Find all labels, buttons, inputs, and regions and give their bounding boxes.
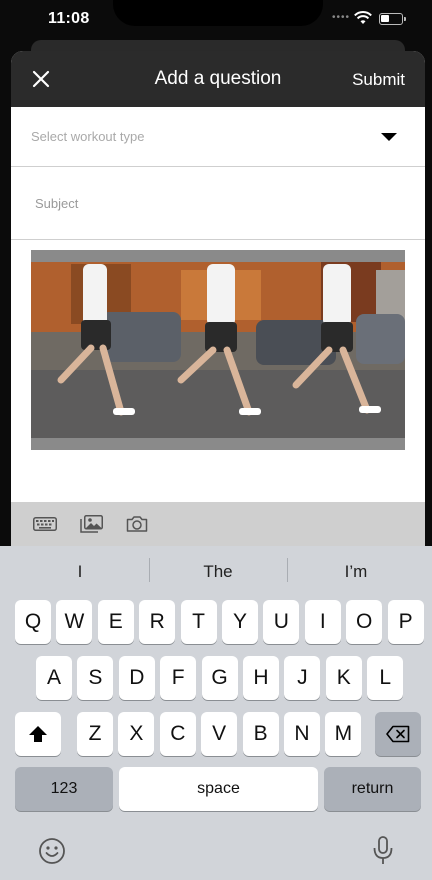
subject-input[interactable]	[35, 192, 395, 214]
key-z[interactable]: Z	[77, 712, 113, 756]
editor-toolbar	[11, 502, 425, 546]
key-k[interactable]: K	[325, 656, 362, 700]
workout-type-placeholder: Select workout type	[31, 129, 145, 144]
submit-button[interactable]: Submit	[352, 70, 405, 90]
key-f[interactable]: F	[160, 656, 197, 700]
notch	[113, 0, 323, 26]
on-screen-keyboard: I The I’m Q W E R T Y U I O P A S D F G H J K L Z X C V B N M 123 s…	[0, 546, 432, 880]
phone-screen: 11:08 •••• Add a question Submit Select …	[0, 0, 432, 880]
suggestion-bar: I The I’m	[11, 546, 425, 592]
battery-icon	[379, 13, 406, 25]
key-e[interactable]: E	[97, 600, 134, 644]
key-j[interactable]: J	[284, 656, 321, 700]
nav-bar: Add a question Submit	[11, 51, 425, 107]
key-o[interactable]: O	[346, 600, 383, 644]
key-x[interactable]: X	[118, 712, 155, 756]
key-p[interactable]: P	[387, 600, 424, 644]
key-d[interactable]: D	[118, 656, 155, 700]
space-key[interactable]: space	[119, 767, 318, 811]
key-q[interactable]: Q	[15, 600, 51, 644]
key-g[interactable]: G	[201, 656, 238, 700]
status-time: 11:08	[48, 10, 90, 27]
wifi-icon	[354, 11, 372, 24]
microphone-icon[interactable]	[372, 836, 394, 866]
return-key[interactable]: return	[324, 767, 421, 811]
key-c[interactable]: C	[159, 712, 196, 756]
key-v[interactable]: V	[201, 712, 238, 756]
key-b[interactable]: B	[242, 712, 279, 756]
key-n[interactable]: N	[284, 712, 320, 756]
emoji-icon[interactable]	[38, 837, 66, 865]
attached-photo	[31, 250, 405, 450]
chevron-down-icon	[381, 133, 397, 141]
suggestion-item[interactable]: I’m	[287, 546, 425, 592]
keyboard-icon[interactable]	[33, 517, 57, 531]
key-s[interactable]: S	[77, 656, 114, 700]
key-h[interactable]: H	[243, 656, 279, 700]
camera-icon[interactable]	[126, 515, 148, 533]
shift-key[interactable]	[15, 712, 61, 756]
key-i[interactable]: I	[304, 600, 341, 644]
key-r[interactable]: R	[139, 600, 176, 644]
key-y[interactable]: Y	[222, 600, 258, 644]
image-icon[interactable]	[80, 515, 103, 533]
suggestion-item[interactable]: The	[149, 546, 287, 592]
key-a[interactable]: A	[36, 656, 72, 700]
shift-icon	[29, 726, 47, 742]
delete-key[interactable]	[375, 712, 421, 756]
cellular-signal-icon: ••••	[332, 12, 351, 23]
key-m[interactable]: M	[325, 712, 362, 756]
key-t[interactable]: T	[180, 600, 217, 644]
key-w[interactable]: W	[56, 600, 93, 644]
suggestion-item[interactable]: I	[11, 546, 149, 592]
key-u[interactable]: U	[263, 600, 300, 644]
workout-type-select[interactable]: Select workout type	[11, 107, 425, 167]
numbers-key[interactable]: 123	[15, 767, 113, 811]
key-l[interactable]: L	[367, 656, 404, 700]
backspace-icon	[386, 725, 410, 743]
subject-row	[11, 168, 425, 240]
status-bar: 11:08 ••••	[0, 0, 432, 40]
